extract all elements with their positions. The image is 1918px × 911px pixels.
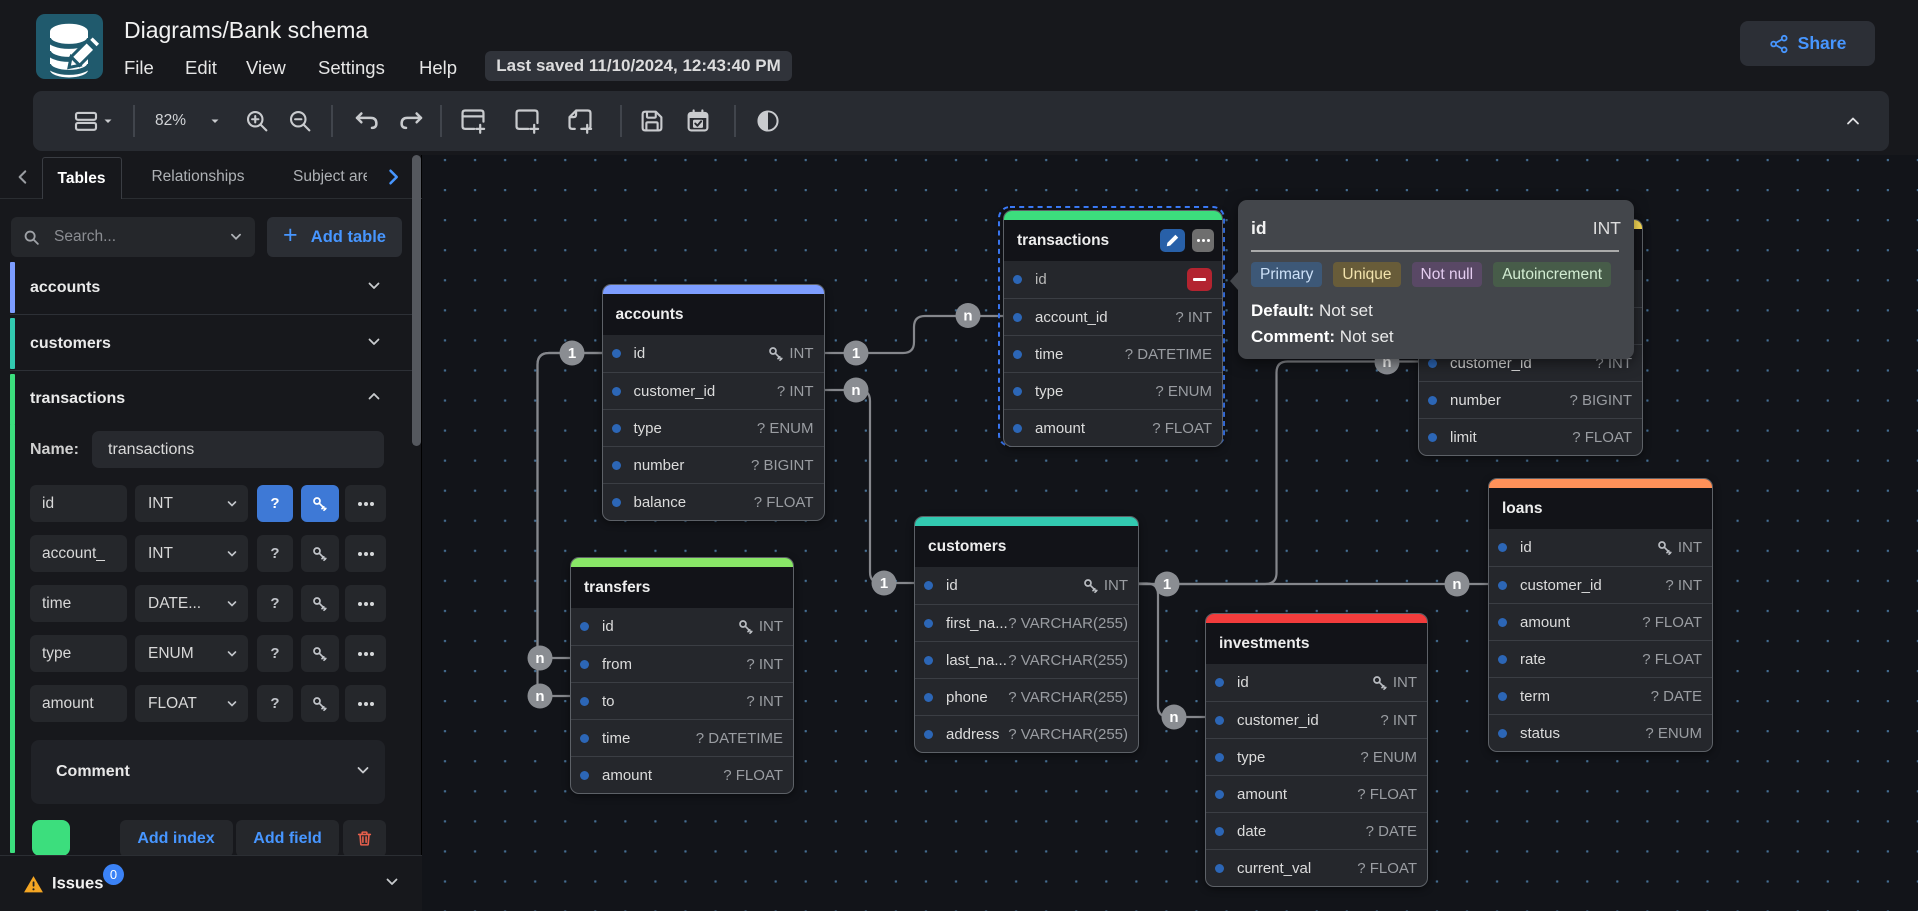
svg-text:n: n [851, 382, 860, 399]
svg-text:n: n [963, 308, 972, 325]
svg-text:n: n [535, 650, 544, 667]
svg-text:1: 1 [852, 345, 860, 362]
svg-text:1: 1 [568, 345, 576, 362]
svg-text:1: 1 [1163, 576, 1171, 593]
svg-text:1: 1 [880, 575, 888, 592]
svg-text:n: n [1452, 576, 1461, 593]
svg-text:n: n [1169, 709, 1178, 726]
svg-text:n: n [535, 688, 544, 705]
